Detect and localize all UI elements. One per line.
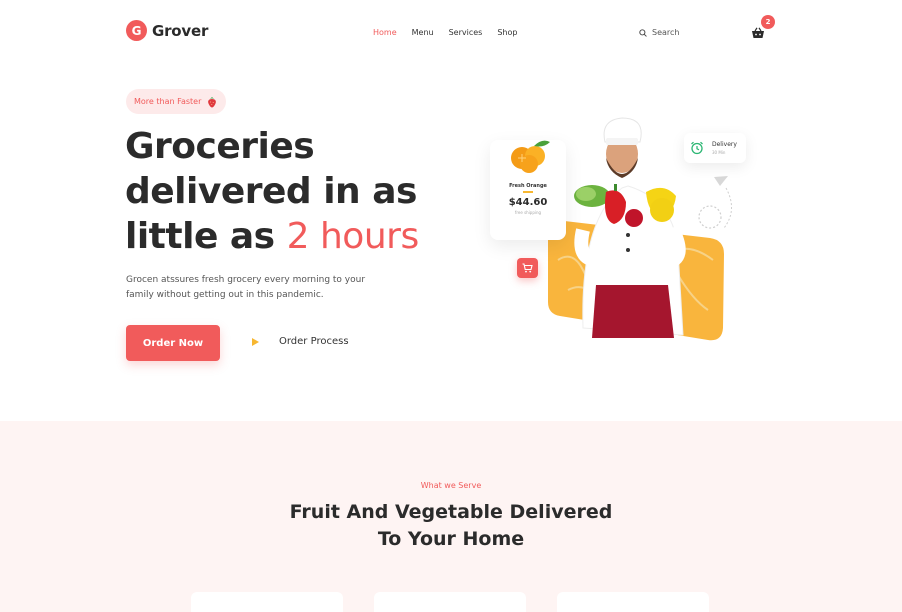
- hero-title-line2: delivered in as: [125, 171, 417, 212]
- delivery-card: Delivery 30 Min: [684, 133, 746, 163]
- site-header: G Grover Home Menu Services Shop Search …: [0, 0, 902, 66]
- section-title-line2: To Your Home: [377, 528, 525, 550]
- service-card[interactable]: [374, 592, 526, 612]
- service-card[interactable]: [557, 592, 709, 612]
- tagline-text: More than Faster: [134, 97, 202, 106]
- product-price: $44.60: [508, 197, 548, 208]
- logo[interactable]: G Grover: [126, 20, 208, 41]
- price-divider: [523, 191, 533, 193]
- hero-illustration: Fresh Orange $44.60 free shipping Delive…: [488, 110, 758, 350]
- order-process-label: Order Process: [279, 336, 349, 347]
- product-name: Fresh Orange: [509, 183, 547, 189]
- section-title-line1: Fruit And Vegetable Delivered: [289, 501, 613, 523]
- nav-menu[interactable]: Menu: [412, 28, 434, 37]
- logo-mark-icon: G: [126, 20, 147, 41]
- what-we-serve-section: What we Serve Fruit And Vegetable Delive…: [0, 421, 902, 612]
- hero-title-highlight: 2 hours: [286, 216, 420, 257]
- play-icon: [252, 337, 259, 346]
- nav-shop[interactable]: Shop: [497, 28, 517, 37]
- delivery-title: Delivery: [712, 141, 737, 148]
- orange-fruit-icon: [511, 140, 550, 173]
- alarm-clock-icon: [691, 141, 703, 155]
- hero-title: Groceries delivered in as little as 2 ho…: [125, 124, 485, 259]
- product-subtext: free shipping: [514, 210, 542, 215]
- main-nav: Home Menu Services Shop: [373, 28, 517, 37]
- add-to-cart-button[interactable]: [517, 258, 538, 278]
- section-title: Fruit And Vegetable Delivered To Your Ho…: [0, 499, 902, 553]
- nav-home[interactable]: Home: [373, 28, 397, 37]
- delivery-time: 30 Min: [712, 150, 726, 155]
- logo-text: Grover: [152, 21, 209, 40]
- section-eyebrow: What we Serve: [420, 481, 482, 490]
- hero-description: Grocen atssures fresh grocery every morn…: [126, 275, 366, 300]
- nav-services[interactable]: Services: [449, 28, 483, 37]
- cart-icon: [522, 263, 533, 273]
- cart-count-badge: 2: [761, 15, 775, 29]
- strawberry-icon: [208, 96, 217, 107]
- order-process-link[interactable]: Order Process: [252, 336, 349, 347]
- basket-icon[interactable]: [751, 27, 765, 39]
- search-label: Search: [652, 28, 680, 37]
- hero-title-line1: Groceries: [125, 126, 315, 167]
- service-card[interactable]: [191, 592, 343, 612]
- search-button[interactable]: Search: [639, 28, 679, 37]
- tagline-pill: More than Faster: [126, 89, 226, 114]
- hero-title-line3: little as: [125, 216, 287, 257]
- search-icon: [639, 28, 647, 37]
- order-now-button[interactable]: Order Now: [126, 325, 220, 361]
- product-card[interactable]: Fresh Orange $44.60 free shipping: [490, 140, 566, 278]
